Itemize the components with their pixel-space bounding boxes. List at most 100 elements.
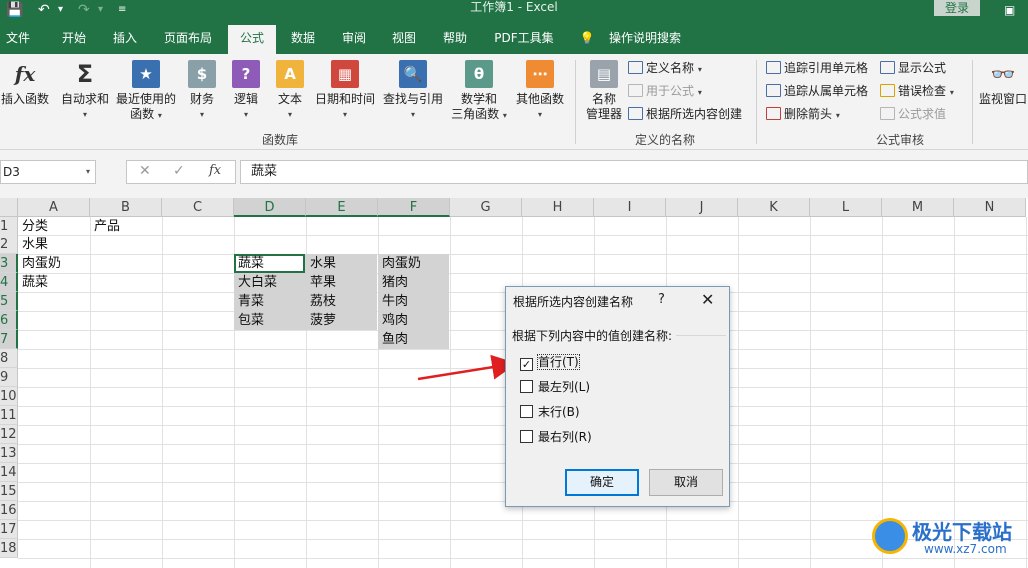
tab-page-layout[interactable]: 页面布局 bbox=[158, 22, 218, 54]
tab-file[interactable]: 文件 bbox=[0, 22, 36, 54]
cancel-button[interactable]: 取消 bbox=[649, 469, 723, 496]
row-header[interactable]: 3 bbox=[0, 254, 18, 273]
formula-input[interactable]: 蔬菜 bbox=[240, 160, 1028, 184]
cell-f6[interactable]: 鸡肉 bbox=[379, 311, 408, 330]
row-header[interactable]: 4 bbox=[0, 273, 18, 292]
checkbox-icon[interactable] bbox=[520, 430, 533, 443]
tab-data[interactable]: 数据 bbox=[282, 22, 324, 54]
option-bottom-row[interactable]: 末行(B) bbox=[520, 405, 580, 419]
recently-used-button[interactable]: ★ 最近使用的 函数 ▾ bbox=[113, 60, 179, 123]
row-header[interactable]: 10 bbox=[0, 387, 18, 406]
tab-pdf-tools[interactable]: PDF工具集 bbox=[488, 22, 560, 54]
trace-dependents-button[interactable]: 追踪从属单元格 bbox=[766, 83, 868, 99]
column-header[interactable]: D bbox=[234, 198, 306, 217]
tab-review[interactable]: 审阅 bbox=[334, 22, 374, 54]
row-header[interactable]: 18 bbox=[0, 539, 18, 558]
text-button[interactable]: A 文本 ▾ bbox=[272, 60, 308, 122]
cell-d5[interactable]: 青菜 bbox=[235, 292, 264, 311]
logical-button[interactable]: ? 逻辑 ▾ bbox=[228, 60, 264, 122]
row-header[interactable]: 16 bbox=[0, 501, 18, 520]
option-left-column[interactable]: 最左列(L) bbox=[520, 380, 590, 394]
checkbox-icon[interactable] bbox=[520, 380, 533, 393]
cell-e5[interactable]: 荔枝 bbox=[307, 292, 336, 311]
cell-f7[interactable]: 鱼肉 bbox=[379, 330, 408, 349]
row-header[interactable]: 6 bbox=[0, 311, 18, 330]
cell-e3[interactable]: 水果 bbox=[307, 254, 336, 273]
column-header[interactable]: E bbox=[306, 198, 378, 217]
tab-insert[interactable]: 插入 bbox=[104, 22, 146, 54]
error-checking-button[interactable]: 错误检查 ▾ bbox=[880, 83, 954, 101]
name-box[interactable]: D3 ▾ bbox=[0, 160, 96, 184]
math-trig-button[interactable]: θ 数学和 三角函数 ▾ bbox=[446, 60, 512, 123]
row-header[interactable]: 1 bbox=[0, 217, 18, 236]
column-header[interactable]: B bbox=[90, 198, 162, 217]
ribbon-display-icon[interactable]: ▣ bbox=[1004, 0, 1015, 22]
fx-icon[interactable]: fx bbox=[209, 163, 221, 178]
row-header[interactable]: 5 bbox=[0, 292, 18, 311]
column-header[interactable]: A bbox=[18, 198, 90, 217]
option-top-row[interactable]: ✓ 首行(T) bbox=[520, 354, 580, 371]
cell-e4[interactable]: 苹果 bbox=[307, 273, 336, 292]
select-all-corner[interactable] bbox=[0, 198, 18, 217]
cell-a1[interactable]: 分类 bbox=[19, 217, 48, 236]
tab-help[interactable]: 帮助 bbox=[436, 22, 474, 54]
cell-e6[interactable]: 菠萝 bbox=[307, 311, 336, 330]
ok-button[interactable]: 确定 bbox=[565, 469, 639, 496]
use-in-formula-button[interactable]: 用于公式 ▾ bbox=[628, 83, 702, 101]
cell-f4[interactable]: 猪肉 bbox=[379, 273, 408, 292]
column-header[interactable]: N bbox=[954, 198, 1026, 217]
enter-icon[interactable]: ✓ bbox=[173, 163, 185, 179]
lookup-reference-button[interactable]: 🔍 查找与引用 ▾ bbox=[380, 60, 446, 122]
cell-b1[interactable]: 产品 bbox=[91, 217, 120, 236]
cell-d6[interactable]: 包菜 bbox=[235, 311, 264, 330]
cancel-icon[interactable]: ✕ bbox=[139, 163, 151, 179]
column-header[interactable]: L bbox=[810, 198, 882, 217]
column-header[interactable]: M bbox=[882, 198, 954, 217]
more-functions-button[interactable]: ⋯ 其他函数 ▾ bbox=[512, 60, 568, 122]
date-time-button[interactable]: ▦ 日期和时间 ▾ bbox=[312, 60, 378, 122]
row-header[interactable]: 2 bbox=[0, 235, 18, 254]
insert-function-button[interactable]: fx 插入函数 bbox=[0, 60, 50, 107]
row-header[interactable]: 13 bbox=[0, 444, 18, 463]
define-name-button[interactable]: 定义名称 ▾ bbox=[628, 60, 702, 78]
help-icon[interactable]: ? bbox=[658, 292, 665, 307]
cell-a3[interactable]: 肉蛋奶 bbox=[19, 254, 61, 273]
column-header[interactable]: K bbox=[738, 198, 810, 217]
row-header[interactable]: 7 bbox=[0, 330, 18, 349]
row-header[interactable]: 15 bbox=[0, 482, 18, 501]
row-header[interactable]: 11 bbox=[0, 406, 18, 425]
create-from-selection-button[interactable]: 根据所选内容创建 bbox=[628, 106, 742, 122]
trace-precedents-button[interactable]: 追踪引用单元格 bbox=[766, 60, 868, 76]
tell-me-search[interactable]: 操作说明搜索 bbox=[604, 22, 686, 54]
tab-formulas[interactable]: 公式 bbox=[228, 25, 276, 54]
cell-d3[interactable]: 蔬菜 bbox=[235, 254, 264, 273]
checkbox-icon[interactable] bbox=[520, 405, 533, 418]
column-header[interactable]: I bbox=[594, 198, 666, 217]
evaluate-formula-button[interactable]: 公式求值 bbox=[880, 106, 946, 122]
column-header[interactable]: J bbox=[666, 198, 738, 217]
show-formulas-button[interactable]: 显示公式 bbox=[880, 60, 946, 76]
option-right-column[interactable]: 最右列(R) bbox=[520, 430, 592, 444]
autosum-button[interactable]: Σ 自动求和 ▾ bbox=[58, 60, 112, 122]
financial-button[interactable]: $ 财务 ▾ bbox=[184, 60, 220, 122]
tab-home[interactable]: 开始 bbox=[52, 22, 96, 54]
row-header[interactable]: 14 bbox=[0, 463, 18, 482]
cell-a2[interactable]: 水果 bbox=[19, 235, 48, 254]
tab-view[interactable]: 视图 bbox=[386, 22, 422, 54]
column-header[interactable]: G bbox=[450, 198, 522, 217]
row-header[interactable]: 12 bbox=[0, 425, 18, 444]
login-button[interactable]: 登录 bbox=[934, 0, 980, 16]
row-header[interactable]: 17 bbox=[0, 520, 18, 539]
column-header[interactable]: C bbox=[162, 198, 234, 217]
cell-f3[interactable]: 肉蛋奶 bbox=[379, 254, 421, 273]
name-manager-button[interactable]: ▤ 名称 管理器 bbox=[582, 60, 626, 122]
row-header[interactable]: 8 bbox=[0, 349, 18, 368]
row-header[interactable]: 9 bbox=[0, 368, 18, 387]
column-header[interactable]: H bbox=[522, 198, 594, 217]
cell-a4[interactable]: 蔬菜 bbox=[19, 273, 48, 292]
close-icon[interactable]: ✕ bbox=[701, 290, 714, 309]
watch-window-button[interactable]: 👓 监视窗口 bbox=[978, 60, 1028, 107]
column-header[interactable]: F bbox=[378, 198, 450, 217]
checkbox-checked-icon[interactable]: ✓ bbox=[520, 358, 533, 371]
cell-d4[interactable]: 大白菜 bbox=[235, 273, 277, 292]
